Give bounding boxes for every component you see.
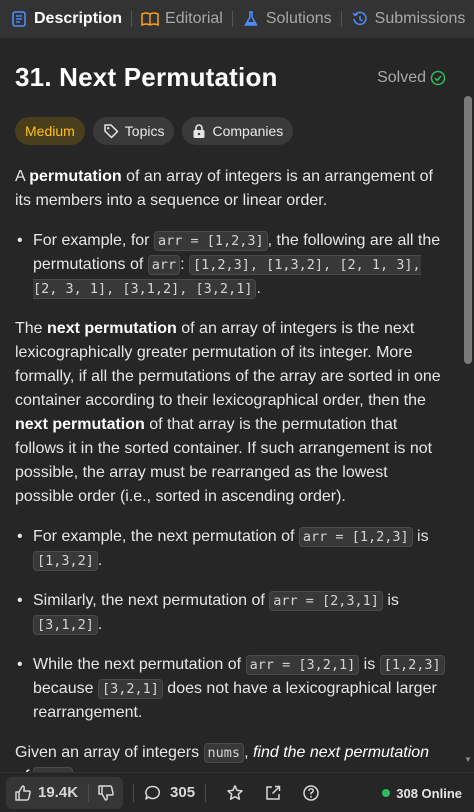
tab-editorial[interactable]: Editorial <box>141 0 223 38</box>
example-list: For example, the next permutation of arr… <box>15 525 446 725</box>
flask-icon <box>242 10 260 28</box>
tab-submissions[interactable]: Submissions <box>351 0 466 38</box>
inline-code: [3,2,1] <box>97 679 163 699</box>
history-icon <box>351 10 369 28</box>
problem-description-panel: 31. Next Permutation Solved Medium Topic… <box>0 38 462 772</box>
problem-title: 31. Next Permutation <box>15 62 278 92</box>
tab-label: Editorial <box>165 10 223 27</box>
difficulty-badge[interactable]: Medium <box>15 117 85 145</box>
star-icon[interactable] <box>224 782 246 804</box>
description-icon <box>10 10 28 28</box>
book-icon <box>141 10 159 28</box>
solved-status: Solved <box>377 69 446 87</box>
tab-description[interactable]: Description <box>10 0 122 38</box>
list-item: Similarly, the next permutation of arr =… <box>15 589 446 637</box>
list-item: For example, the next permutation of arr… <box>15 525 446 573</box>
tab-divider <box>131 11 133 27</box>
title-row: 31. Next Permutation Solved <box>15 62 446 93</box>
inline-code: arr = [1,2,3] <box>153 231 268 251</box>
like-count: 19.4K <box>38 784 79 801</box>
topics-button[interactable]: Topics <box>92 117 175 145</box>
dislike-button[interactable] <box>89 777 123 809</box>
scrollbar[interactable] <box>462 38 474 772</box>
description-paragraph: A permutation of an array of integers is… <box>15 168 433 209</box>
comment-count: 305 <box>170 784 196 801</box>
inline-code: arr = [2,3,1] <box>269 591 383 611</box>
divider <box>133 783 135 802</box>
tab-divider <box>340 11 342 27</box>
online-count: 308 Online <box>396 785 462 801</box>
inline-code: [3,1,2] <box>33 615 98 635</box>
scrollbar-thumb[interactable] <box>464 96 472 364</box>
online-indicator: 308 Online <box>382 773 462 812</box>
example-list: For example, for arr = [1,2,3], the foll… <box>15 229 446 301</box>
scroll-down-arrow-icon[interactable]: ▼ <box>464 755 472 767</box>
tab-label: Description <box>34 10 123 27</box>
tab-bar: Description Editorial Solutions Submissi… <box>0 0 474 38</box>
tag-icon <box>103 123 119 139</box>
inline-code: arr = [1,2,3] <box>298 527 413 547</box>
companies-label: Companies <box>212 123 284 139</box>
inline-code: [1,2,3] <box>379 655 445 675</box>
divider <box>205 783 207 802</box>
inline-code: nums <box>203 743 245 763</box>
tab-label: Submissions <box>374 10 466 27</box>
list-item: While the next permutation of arr = [3,2… <box>15 653 446 725</box>
comment-icon <box>145 785 161 800</box>
like-dislike-group: 19.4K <box>6 776 124 809</box>
bottom-action-bar: 19.4K 305 308 Online <box>0 772 474 812</box>
tag-row: Medium Topics Companies <box>15 117 446 145</box>
tab-label: Solutions <box>265 10 332 27</box>
inline-code: arr = [3,2,1] <box>245 655 360 675</box>
help-icon[interactable] <box>300 782 322 804</box>
companies-button[interactable]: Companies <box>182 117 294 145</box>
tab-solutions[interactable]: Solutions <box>242 0 332 38</box>
comments-button[interactable]: 305 <box>144 784 195 802</box>
description-paragraph: Given an array of integers nums, find th… <box>15 741 446 772</box>
lock-icon <box>192 123 206 139</box>
list-item: For example, for arr = [1,2,3], the foll… <box>15 229 446 301</box>
inline-code: arr <box>147 255 181 275</box>
thumbs-down-icon <box>98 784 114 801</box>
check-circle-icon <box>430 70 446 85</box>
tab-divider <box>231 11 233 27</box>
solved-label: Solved <box>377 68 426 86</box>
thumbs-up-icon <box>15 784 31 801</box>
online-dot <box>382 789 391 797</box>
share-icon[interactable] <box>262 782 284 804</box>
topics-label: Topics <box>124 123 165 139</box>
description-paragraph: The next permutation of an array of inte… <box>15 320 441 505</box>
inline-code: [1,3,2] <box>33 551 98 571</box>
like-button[interactable]: 19.4K <box>6 777 88 809</box>
